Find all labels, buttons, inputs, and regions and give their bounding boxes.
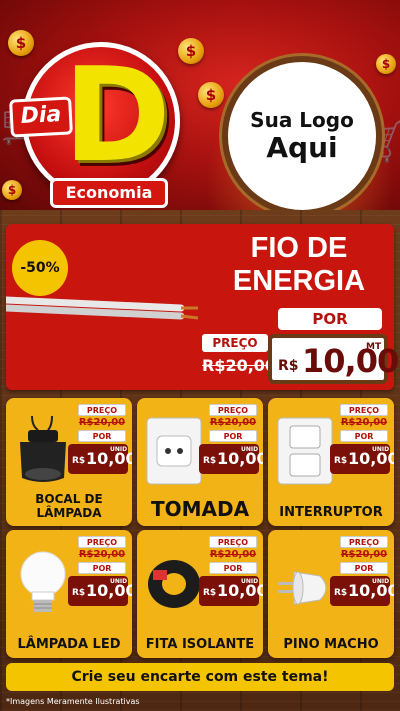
currency: R$: [278, 358, 299, 374]
old-price: R$20,00: [340, 417, 388, 428]
new-price-box: R$ 10,00 UNID: [330, 444, 394, 474]
your-logo-line2: Aqui: [266, 131, 338, 164]
currency: R$: [203, 588, 217, 598]
featured-title-line2: ENERGIA: [232, 265, 366, 297]
preco-label: PREÇO: [340, 536, 388, 548]
old-price: R$20,00: [78, 549, 126, 560]
old-price: R$20,00: [209, 417, 257, 428]
featured-title-line1: FIO DE: [250, 232, 348, 264]
product-name: LÂMPADA LED: [17, 637, 121, 652]
featured-title: FIO DE ENERGIA: [210, 232, 388, 298]
old-price: R$20,00: [202, 356, 277, 375]
coin-icon: $: [376, 54, 396, 74]
brand-dia: Dia: [9, 96, 73, 138]
lamp-socket-icon: [20, 416, 66, 482]
coin-icon: $: [8, 30, 34, 56]
unit-label: UNID: [110, 446, 128, 453]
product-name: INTERRUPTOR: [279, 505, 383, 520]
plug-icon: [278, 571, 327, 605]
product-card-tomada: PREÇO R$20,00 POR R$ 10,00 UNID TOMADA: [137, 398, 263, 526]
product-name: TOMADA: [150, 497, 250, 521]
unit-label: UNID: [241, 446, 259, 453]
product-name: FITA ISOLANTE: [145, 637, 255, 652]
currency: R$: [72, 456, 86, 466]
switch-icon: [277, 417, 333, 485]
new-price-box: R$ 10,00 MT: [268, 334, 399, 384]
product-card-pino: PREÇO R$20,00 POR R$ 10,00 UNID PINO MAC…: [268, 530, 394, 658]
coin-icon: $: [178, 38, 204, 64]
new-price: 10,00: [302, 342, 399, 380]
por-label: POR: [340, 430, 388, 442]
currency: R$: [334, 456, 348, 466]
product-name: PINO MACHO: [283, 637, 379, 652]
product-card-bocal: PREÇO R$20,00 POR R$ 10,00 UNID BOCAL DE…: [6, 398, 132, 526]
new-price-box: R$ 10,00 UNID: [68, 444, 132, 474]
product-card-lampada: PREÇO R$20,00 POR R$ 10,00 UNID LÂMPADA …: [6, 530, 132, 658]
product-card-fita: PREÇO R$20,00 POR R$ 10,00 UNID FITA ISO…: [137, 530, 263, 658]
light-bulb-icon: [20, 551, 66, 612]
old-price-box: PREÇO R$20,00: [202, 334, 277, 380]
coin-icon: $: [2, 180, 22, 200]
currency: R$: [334, 588, 348, 598]
product-card-interruptor: PREÇO R$20,00 POR R$ 10,00 UNID INTERRUP…: [268, 398, 394, 526]
outlet-icon: [146, 417, 202, 485]
header-banner: $ $ $ $ $ $ 🛒 🛒 D Dia Economia Sua Logo …: [0, 0, 400, 210]
por-label: POR: [78, 430, 126, 442]
brand-economia: Economia: [50, 178, 168, 208]
preco-label: PREÇO: [209, 404, 257, 416]
cta-banner[interactable]: Crie seu encarte com este tema!: [6, 663, 394, 691]
your-logo-placeholder: Sua Logo Aqui: [222, 56, 382, 210]
preco-label: PREÇO: [78, 536, 126, 548]
new-price-box: R$ 10,00 UNID: [330, 576, 394, 606]
unit-label: UNID: [241, 578, 259, 585]
preco-label: PREÇO: [209, 536, 257, 548]
preco-label: PREÇO: [340, 404, 388, 416]
currency: R$: [203, 456, 217, 466]
tape-icon: [148, 560, 200, 608]
product-name: BOCAL DE LÂMPADA: [35, 492, 103, 520]
preco-label: PREÇO: [202, 334, 268, 352]
featured-product: -50% FIO DE ENERGIA POR PREÇO R$20,00 R$…: [6, 224, 399, 390]
unit-label: MT: [366, 342, 382, 352]
unit-label: UNID: [110, 578, 128, 585]
unit-label: UNID: [372, 578, 390, 585]
por-label: POR: [340, 562, 388, 574]
coin-icon: $: [198, 82, 224, 108]
old-price: R$20,00: [78, 417, 126, 428]
disclaimer: *Imagens Meramente Ilustrativas: [6, 697, 140, 706]
new-price-box: R$ 10,00 UNID: [68, 576, 132, 606]
brand-d: D: [63, 39, 171, 191]
old-price: R$20,00: [340, 549, 388, 560]
new-price-box: R$ 10,00 UNID: [199, 576, 263, 606]
por-label: POR: [209, 562, 257, 574]
por-label: POR: [78, 562, 126, 574]
new-price-box: R$ 10,00 UNID: [199, 444, 263, 474]
cable-icon: [6, 296, 199, 320]
por-label: POR: [278, 308, 382, 330]
unit-label: UNID: [372, 446, 390, 453]
old-price: R$20,00: [209, 549, 257, 560]
por-label: POR: [209, 430, 257, 442]
preco-label: PREÇO: [78, 404, 126, 416]
your-logo-line1: Sua Logo: [250, 108, 354, 132]
currency: R$: [72, 588, 86, 598]
